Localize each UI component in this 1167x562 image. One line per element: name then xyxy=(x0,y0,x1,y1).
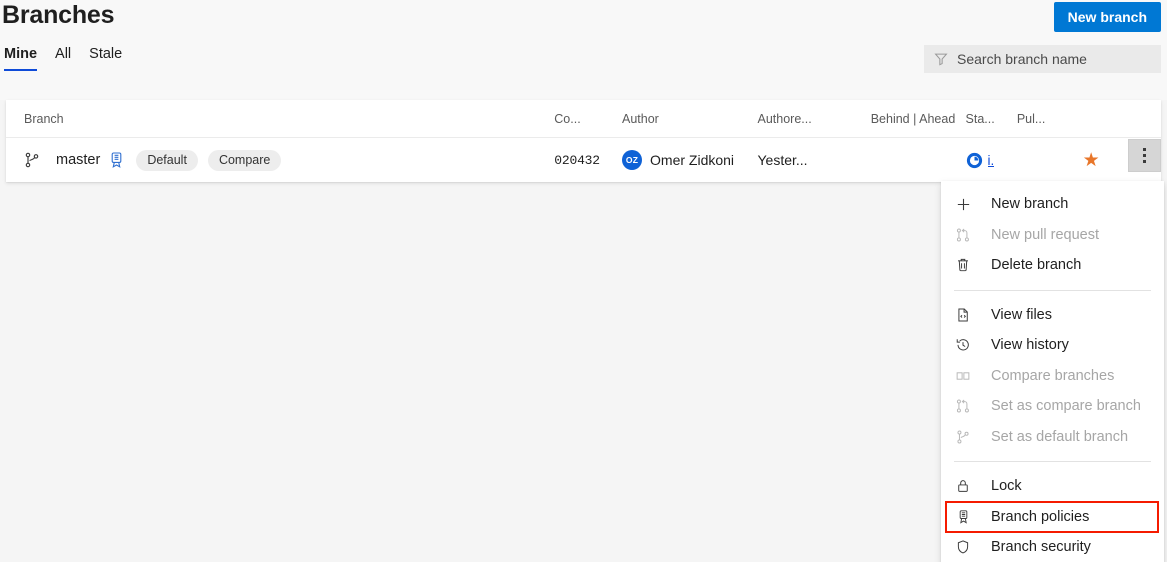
tab-mine[interactable]: Mine xyxy=(4,46,38,71)
pull-request-icon xyxy=(954,226,972,244)
trash-icon xyxy=(954,256,972,274)
menu-item-branch-policies[interactable]: Branch policies xyxy=(945,500,1159,533)
branch-filter-tabs: Mine All Stale xyxy=(4,46,122,71)
kebab-dot xyxy=(1143,154,1146,157)
branch-icon xyxy=(954,428,972,446)
status-link[interactable]: i. xyxy=(988,153,995,168)
badge-default: Default xyxy=(136,149,198,171)
table-header-row: Branch Co... Author Authore... Behind | … xyxy=(6,100,1161,138)
branch-name[interactable]: master xyxy=(56,152,100,168)
lock-icon xyxy=(954,477,972,495)
kebab-dot xyxy=(1143,160,1146,163)
menu-item-label: New pull request xyxy=(991,226,1099,243)
compare-icon xyxy=(954,367,972,385)
favorite-cell: ★ xyxy=(1083,151,1127,170)
menu-item-label: View files xyxy=(991,306,1052,323)
menu-item-new-branch[interactable]: New branch xyxy=(941,189,1164,220)
column-header-author[interactable]: Author xyxy=(622,112,757,126)
author-name: Omer Zidkoni xyxy=(650,152,735,168)
row-more-actions-button[interactable] xyxy=(1128,139,1161,172)
history-icon xyxy=(954,336,972,354)
column-header-commit[interactable]: Co... xyxy=(554,112,622,126)
favorite-star-icon[interactable]: ★ xyxy=(1083,151,1100,170)
menu-item-label: Branch security xyxy=(991,539,1091,556)
search-input[interactable] xyxy=(957,51,1151,67)
plus-icon xyxy=(954,195,972,213)
menu-divider xyxy=(954,289,1151,291)
branch-context-menu: New branch New pull request Delete branc… xyxy=(941,181,1164,562)
menu-item-set-as-compare-branch: Set as compare branch xyxy=(941,391,1164,422)
kebab-dot xyxy=(1143,148,1146,151)
branch-cell: master Default Compare xyxy=(6,149,554,171)
tab-stale[interactable]: Stale xyxy=(89,46,122,71)
menu-item-label: Branch policies xyxy=(991,508,1090,525)
status-cell: i. xyxy=(966,152,1017,169)
branches-table: Branch Co... Author Authore... Behind | … xyxy=(6,100,1161,182)
column-header-status[interactable]: Sta... xyxy=(966,112,1017,126)
shield-icon xyxy=(954,538,972,556)
authored-cell: Yester... xyxy=(757,152,870,168)
column-header-pull[interactable]: Pul... xyxy=(1017,112,1083,126)
branch-icon xyxy=(24,152,40,168)
search-branch-box[interactable] xyxy=(924,45,1161,73)
build-status-icon[interactable] xyxy=(966,152,983,169)
commit-cell: 020432 xyxy=(554,153,622,168)
menu-item-label: Set as default branch xyxy=(991,428,1129,445)
column-header-authored[interactable]: Authore... xyxy=(757,112,870,126)
menu-item-view-history[interactable]: View history xyxy=(941,330,1164,361)
badge-compare[interactable]: Compare xyxy=(207,149,282,171)
menu-item-label: Delete branch xyxy=(991,257,1082,274)
new-branch-button[interactable]: New branch xyxy=(1053,2,1161,32)
menu-item-view-files[interactable]: View files xyxy=(941,300,1164,331)
menu-item-label: Compare branches xyxy=(991,367,1115,384)
commit-id[interactable]: 020432 xyxy=(554,153,616,168)
menu-item-label: Set as compare branch xyxy=(991,398,1141,415)
menu-item-label: View history xyxy=(991,337,1069,354)
table-row[interactable]: master Default Compare 020432 OZ Omer Zi… xyxy=(6,138,1161,182)
menu-item-compare-branches: Compare branches xyxy=(941,361,1164,392)
branches-page: Branches New branch Mine All Stale Branc… xyxy=(0,0,1167,562)
menu-item-label: Lock xyxy=(991,478,1022,495)
avatar: OZ xyxy=(622,150,643,170)
file-code-icon xyxy=(954,306,972,324)
authored-date: Yester... xyxy=(757,152,808,168)
menu-item-delete-branch[interactable]: Delete branch xyxy=(941,250,1164,281)
policy-badge-icon xyxy=(954,508,972,526)
column-header-branch[interactable]: Branch xyxy=(6,112,554,126)
menu-item-set-as-default-branch: Set as default branch xyxy=(941,422,1164,453)
menu-divider xyxy=(954,461,1151,462)
menu-item-new-pull-request: New pull request xyxy=(941,220,1164,251)
tab-all[interactable]: All xyxy=(55,46,71,71)
column-header-behind-ahead[interactable]: Behind | Ahead xyxy=(871,112,966,126)
filter-icon xyxy=(934,52,948,66)
author-cell: OZ Omer Zidkoni xyxy=(622,150,757,170)
pull-request-icon xyxy=(954,397,972,415)
page-title: Branches xyxy=(2,1,115,29)
menu-item-lock[interactable]: Lock xyxy=(941,471,1164,502)
menu-item-label: New branch xyxy=(991,196,1069,213)
menu-item-branch-security[interactable]: Branch security xyxy=(941,532,1164,562)
branch-policy-badge-icon[interactable] xyxy=(110,152,123,168)
page-header: Branches New branch Mine All Stale xyxy=(0,0,1167,100)
